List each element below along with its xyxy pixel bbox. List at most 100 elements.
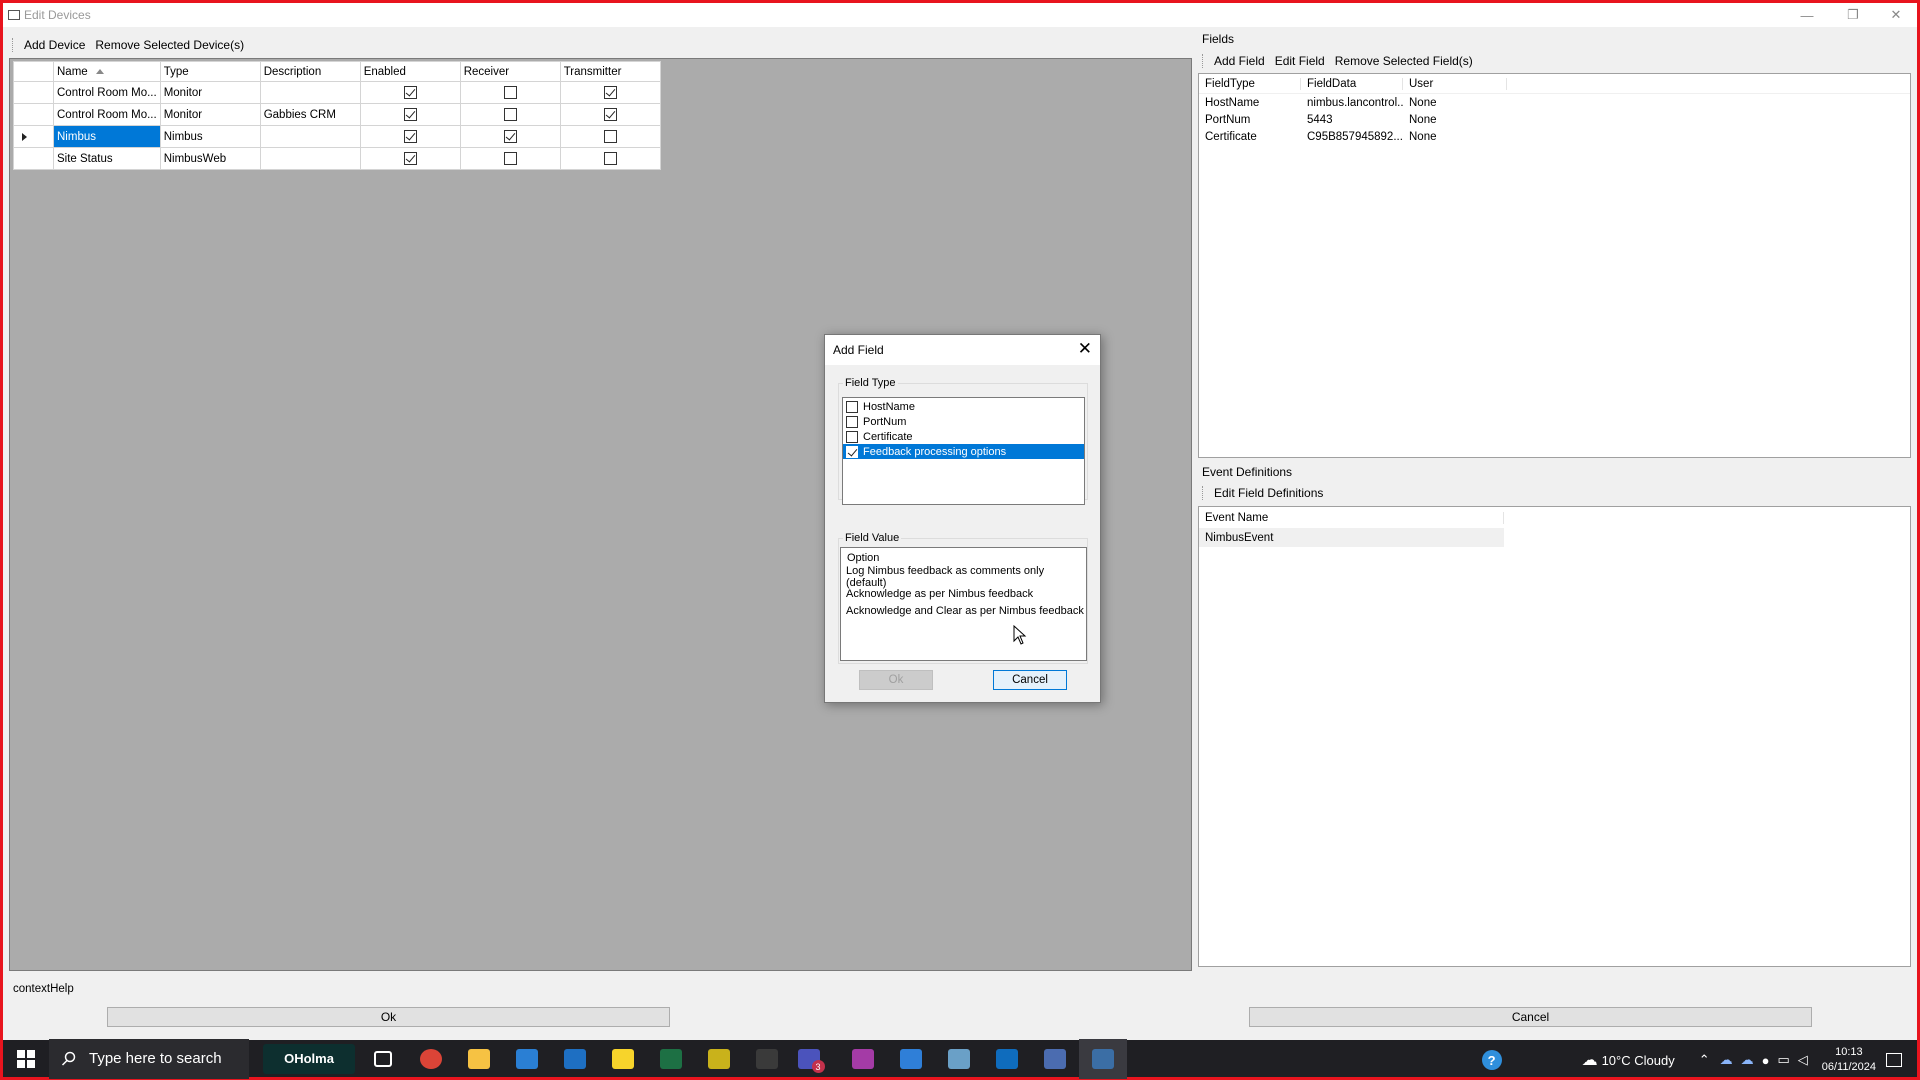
column-header-user[interactable]: User [1403, 77, 1507, 90]
column-header-description[interactable]: Description [259, 61, 361, 82]
weather-text[interactable]: 10°C Cloudy [1602, 1053, 1675, 1068]
app-pen-button[interactable] [935, 1039, 983, 1079]
field-row[interactable]: Certificate C95B857945892... None [1199, 128, 1910, 145]
notifications-icon[interactable] [1886, 1053, 1902, 1067]
column-header-fieldtype[interactable]: FieldType [1199, 77, 1301, 90]
device-description-cell[interactable] [259, 125, 361, 148]
onedrive-business-icon[interactable]: ☁ [1741, 1052, 1754, 1068]
device-receiver-cell[interactable] [459, 125, 561, 148]
chevron-up-icon[interactable]: ⌃ [1699, 1052, 1710, 1068]
edit-field-definitions-button[interactable]: Edit Field Definitions [1210, 486, 1329, 500]
field-value-option[interactable]: Acknowledge and Clear as per Nimbus feed… [841, 602, 1086, 619]
field-row[interactable]: PortNum 5443 None [1199, 111, 1910, 128]
column-header-enabled[interactable]: Enabled [359, 61, 461, 82]
field-type-checkbox[interactable] [846, 400, 858, 413]
device-receiver-cell[interactable] [459, 103, 561, 126]
volume-icon[interactable]: ◁ [1798, 1052, 1808, 1068]
minimize-button[interactable]: — [1784, 3, 1830, 27]
edit-field-button[interactable]: Edit Field [1271, 54, 1331, 68]
microphone-icon[interactable]: ● [1762, 1053, 1770, 1068]
device-row[interactable]: Nimbus Nimbus [13, 125, 661, 148]
transmitter-checkbox[interactable] [603, 108, 617, 121]
sticky-notes-button[interactable] [599, 1039, 647, 1079]
device-enabled-cell[interactable] [359, 147, 461, 170]
onedrive-icon[interactable]: ☁ [1720, 1052, 1733, 1068]
remove-fields-button[interactable]: Remove Selected Field(s) [1331, 54, 1479, 68]
device-transmitter-cell[interactable] [559, 81, 661, 104]
file-explorer-button[interactable] [455, 1039, 503, 1079]
cx-button[interactable] [743, 1039, 791, 1079]
device-row[interactable]: Control Room Mo... Monitor Gabbies CRM [13, 103, 661, 126]
receiver-checkbox[interactable] [503, 152, 517, 165]
app-blue-button[interactable] [551, 1039, 599, 1079]
device-description-cell[interactable] [259, 147, 361, 170]
remote-desktop-button[interactable] [1079, 1038, 1127, 1079]
app-inbox-button[interactable] [1031, 1039, 1079, 1079]
device-type-cell[interactable]: NimbusWeb [159, 147, 261, 170]
column-header-transmitter[interactable]: Transmitter [559, 61, 661, 82]
field-type-item[interactable]: PortNum [843, 414, 1084, 429]
taskbar-search-box[interactable]: Type here to search [49, 1038, 249, 1079]
receiver-checkbox[interactable] [503, 86, 517, 99]
device-receiver-cell[interactable] [459, 147, 561, 170]
enabled-checkbox[interactable] [403, 86, 417, 99]
device-name-cell[interactable]: Nimbus [53, 125, 161, 148]
row-header[interactable] [13, 125, 54, 148]
device-transmitter-cell[interactable] [559, 103, 661, 126]
field-type-checkbox[interactable] [846, 445, 858, 458]
field-type-item[interactable]: HostName [843, 399, 1084, 414]
row-header[interactable] [13, 81, 54, 104]
dialog-cancel-button[interactable]: Cancel [993, 670, 1067, 690]
clock[interactable]: 10:13 06/11/2024 [1822, 1045, 1876, 1075]
field-type-checkbox[interactable] [846, 415, 858, 428]
device-description-cell[interactable]: Gabbies CRM [259, 103, 361, 126]
transmitter-checkbox[interactable] [603, 152, 617, 165]
le-button[interactable] [839, 1039, 887, 1079]
device-enabled-cell[interactable] [359, 103, 461, 126]
ok-button[interactable]: Ok [107, 1007, 670, 1027]
transmitter-checkbox[interactable] [603, 86, 617, 99]
device-enabled-cell[interactable] [359, 81, 461, 104]
device-transmitter-cell[interactable] [559, 147, 661, 170]
device-receiver-cell[interactable] [459, 81, 561, 104]
device-type-cell[interactable]: Nimbus [159, 125, 261, 148]
device-description-cell[interactable] [259, 81, 361, 104]
outlook-button[interactable] [983, 1039, 1031, 1079]
excel-button[interactable] [647, 1039, 695, 1079]
row-header-corner[interactable] [13, 61, 54, 82]
holma-button[interactable]: OHolma [263, 1043, 355, 1074]
field-type-list[interactable]: HostName PortNum Certificate Feedback proce… [842, 397, 1085, 505]
column-header-name[interactable]: Name [53, 61, 161, 82]
device-type-cell[interactable]: Monitor [159, 81, 261, 104]
field-type-checkbox[interactable] [846, 430, 858, 443]
device-type-cell[interactable]: Monitor [159, 103, 261, 126]
device-transmitter-cell[interactable] [559, 125, 661, 148]
row-header[interactable] [13, 147, 54, 170]
device-row[interactable]: Control Room Mo... Monitor [13, 81, 661, 104]
task-view-button[interactable] [359, 1039, 407, 1079]
device-name-cell[interactable]: Control Room Mo... [53, 81, 161, 104]
device-row[interactable]: Site Status NimbusWeb [13, 147, 661, 170]
enabled-checkbox[interactable] [403, 130, 417, 143]
event-row[interactable]: NimbusEvent [1199, 529, 1504, 547]
battery-icon[interactable]: ▭ [1777, 1052, 1789, 1068]
row-header[interactable] [13, 103, 54, 126]
transmitter-checkbox[interactable] [603, 130, 617, 143]
receiver-checkbox[interactable] [503, 130, 517, 143]
column-header-fielddata[interactable]: FieldData [1301, 77, 1403, 90]
field-type-item[interactable]: Certificate [843, 429, 1084, 444]
receiver-checkbox[interactable] [503, 108, 517, 121]
column-header-event-name[interactable]: Event Name [1199, 511, 1504, 524]
cancel-button[interactable]: Cancel [1249, 1007, 1812, 1027]
device-name-cell[interactable]: Control Room Mo... [53, 103, 161, 126]
add-field-button[interactable]: Add Field [1210, 54, 1271, 68]
app-yellow-button[interactable] [695, 1039, 743, 1079]
enabled-checkbox[interactable] [403, 108, 417, 121]
dialog-close-icon[interactable]: ✕ [1078, 340, 1092, 358]
enabled-checkbox[interactable] [403, 152, 417, 165]
add-device-button[interactable]: Add Device [20, 38, 91, 52]
device-name-cell[interactable]: Site Status [53, 147, 161, 170]
teams-button[interactable]: 3 [791, 1039, 839, 1079]
close-button[interactable]: ✕ [1873, 3, 1919, 27]
column-header-type[interactable]: Type [159, 61, 261, 82]
